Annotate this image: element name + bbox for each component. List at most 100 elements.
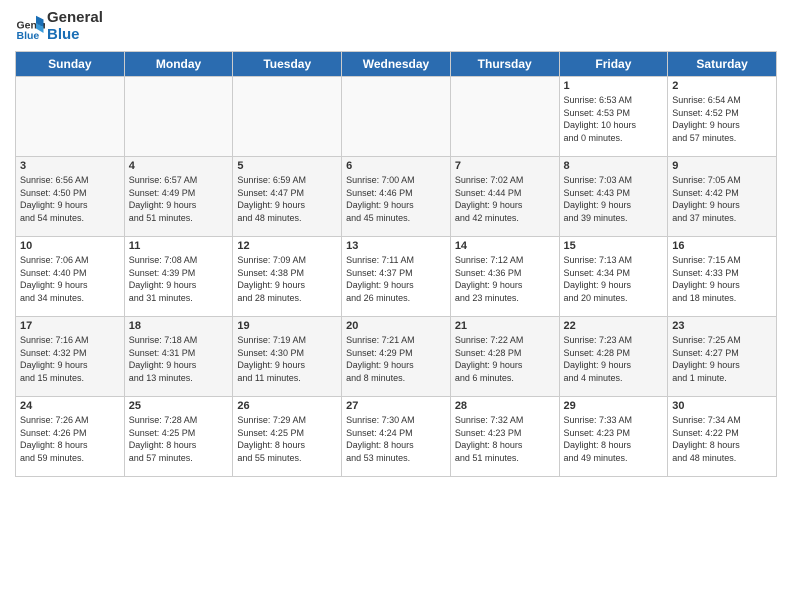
svg-text:Blue: Blue bbox=[17, 30, 40, 42]
day-number: 1 bbox=[564, 80, 664, 92]
day-number: 3 bbox=[20, 160, 120, 172]
day-cell bbox=[342, 77, 451, 157]
day-number: 5 bbox=[237, 160, 337, 172]
day-header-thursday: Thursday bbox=[450, 52, 559, 77]
logo-text: General Blue bbox=[47, 10, 103, 43]
day-number: 21 bbox=[455, 320, 555, 332]
day-cell: 19 Sunrise: 7:19 AM Sunset: 4:30 PM Dayli… bbox=[233, 317, 342, 397]
day-cell: 22Sunrise: 7:23 AM Sunset: 4:28 PM Dayli… bbox=[559, 317, 668, 397]
week-row-2: 3 Sunrise: 6:56 AM Sunset: 4:50 PM Daylig… bbox=[16, 157, 777, 237]
day-cell: 5 Sunrise: 6:59 AM Sunset: 4:47 PM Daylig… bbox=[233, 157, 342, 237]
day-info: Sunrise: 7:29 AM Sunset: 4:25 PM Dayligh… bbox=[237, 414, 337, 464]
day-cell: 20 Sunrise: 7:21 AM Sunset: 4:29 PM Dayli… bbox=[342, 317, 451, 397]
day-cell: 21 Sunrise: 7:22 AM Sunset: 4:28 PM Dayli… bbox=[450, 317, 559, 397]
day-number: 2 bbox=[672, 80, 772, 92]
day-cell: 9 Sunrise: 7:05 AM Sunset: 4:42 PM Daylig… bbox=[668, 157, 777, 237]
day-cell: 13Sunrise: 7:11 AM Sunset: 4:37 PM Dayli… bbox=[342, 237, 451, 317]
day-cell: 29Sunrise: 7:33 AM Sunset: 4:23 PM Dayli… bbox=[559, 397, 668, 477]
header: General Blue General Blue bbox=[15, 10, 777, 43]
day-info: Sunrise: 7:26 AM Sunset: 4:26 PM Dayligh… bbox=[20, 414, 120, 464]
day-info: Sunrise: 6:54 AM Sunset: 4:52 PM Dayligh… bbox=[672, 94, 772, 144]
day-cell: 28 Sunrise: 7:32 AM Sunset: 4:23 PM Dayli… bbox=[450, 397, 559, 477]
day-cell: 26 Sunrise: 7:29 AM Sunset: 4:25 PM Dayli… bbox=[233, 397, 342, 477]
day-cell: 10 Sunrise: 7:06 AM Sunset: 4:40 PM Dayli… bbox=[16, 237, 125, 317]
day-cell bbox=[124, 77, 233, 157]
week-row-1: 1 Sunrise: 6:53 AM Sunset: 4:53 PM Daylig… bbox=[16, 77, 777, 157]
week-row-5: 24 Sunrise: 7:26 AM Sunset: 4:26 PM Dayli… bbox=[16, 397, 777, 477]
day-info: Sunrise: 7:30 AM Sunset: 4:24 PM Dayligh… bbox=[346, 414, 446, 464]
day-header-tuesday: Tuesday bbox=[233, 52, 342, 77]
calendar-header-row: SundayMondayTuesdayWednesdayThursdayFrid… bbox=[16, 52, 777, 77]
day-number: 20 bbox=[346, 320, 446, 332]
day-cell: 1 Sunrise: 6:53 AM Sunset: 4:53 PM Daylig… bbox=[559, 77, 668, 157]
day-header-saturday: Saturday bbox=[668, 52, 777, 77]
day-number: 24 bbox=[20, 400, 120, 412]
logo: General Blue General Blue bbox=[15, 10, 103, 43]
day-number: 14 bbox=[455, 240, 555, 252]
day-cell bbox=[450, 77, 559, 157]
day-number: 15 bbox=[564, 240, 664, 252]
day-info: Sunrise: 6:59 AM Sunset: 4:47 PM Dayligh… bbox=[237, 174, 337, 224]
calendar-body: 1 Sunrise: 6:53 AM Sunset: 4:53 PM Daylig… bbox=[16, 77, 777, 477]
day-cell: 8Sunrise: 7:03 AM Sunset: 4:43 PM Daylig… bbox=[559, 157, 668, 237]
day-info: Sunrise: 7:25 AM Sunset: 4:27 PM Dayligh… bbox=[672, 334, 772, 384]
day-cell bbox=[16, 77, 125, 157]
day-info: Sunrise: 7:34 AM Sunset: 4:22 PM Dayligh… bbox=[672, 414, 772, 464]
day-info: Sunrise: 7:00 AM Sunset: 4:46 PM Dayligh… bbox=[346, 174, 446, 224]
day-number: 19 bbox=[237, 320, 337, 332]
day-info: Sunrise: 6:57 AM Sunset: 4:49 PM Dayligh… bbox=[129, 174, 229, 224]
day-info: Sunrise: 6:56 AM Sunset: 4:50 PM Dayligh… bbox=[20, 174, 120, 224]
day-cell: 3 Sunrise: 6:56 AM Sunset: 4:50 PM Daylig… bbox=[16, 157, 125, 237]
week-row-4: 17Sunrise: 7:16 AM Sunset: 4:32 PM Dayli… bbox=[16, 317, 777, 397]
day-cell: 23Sunrise: 7:25 AM Sunset: 4:27 PM Dayli… bbox=[668, 317, 777, 397]
day-cell: 30Sunrise: 7:34 AM Sunset: 4:22 PM Dayli… bbox=[668, 397, 777, 477]
day-info: Sunrise: 7:15 AM Sunset: 4:33 PM Dayligh… bbox=[672, 254, 772, 304]
day-cell: 11 Sunrise: 7:08 AM Sunset: 4:39 PM Dayli… bbox=[124, 237, 233, 317]
day-header-wednesday: Wednesday bbox=[342, 52, 451, 77]
day-info: Sunrise: 7:22 AM Sunset: 4:28 PM Dayligh… bbox=[455, 334, 555, 384]
day-cell: 12Sunrise: 7:09 AM Sunset: 4:38 PM Dayli… bbox=[233, 237, 342, 317]
page-container: General Blue General Blue SundayMondayTu… bbox=[0, 0, 792, 612]
day-number: 7 bbox=[455, 160, 555, 172]
day-info: Sunrise: 7:18 AM Sunset: 4:31 PM Dayligh… bbox=[129, 334, 229, 384]
day-info: Sunrise: 7:03 AM Sunset: 4:43 PM Dayligh… bbox=[564, 174, 664, 224]
day-info: Sunrise: 7:08 AM Sunset: 4:39 PM Dayligh… bbox=[129, 254, 229, 304]
day-cell: 18 Sunrise: 7:18 AM Sunset: 4:31 PM Dayli… bbox=[124, 317, 233, 397]
day-cell: 25Sunrise: 7:28 AM Sunset: 4:25 PM Dayli… bbox=[124, 397, 233, 477]
day-cell: 17Sunrise: 7:16 AM Sunset: 4:32 PM Dayli… bbox=[16, 317, 125, 397]
day-header-friday: Friday bbox=[559, 52, 668, 77]
day-cell: 15Sunrise: 7:13 AM Sunset: 4:34 PM Dayli… bbox=[559, 237, 668, 317]
day-info: Sunrise: 7:06 AM Sunset: 4:40 PM Dayligh… bbox=[20, 254, 120, 304]
day-number: 18 bbox=[129, 320, 229, 332]
day-info: Sunrise: 7:19 AM Sunset: 4:30 PM Dayligh… bbox=[237, 334, 337, 384]
day-number: 9 bbox=[672, 160, 772, 172]
day-cell bbox=[233, 77, 342, 157]
day-info: Sunrise: 7:16 AM Sunset: 4:32 PM Dayligh… bbox=[20, 334, 120, 384]
day-info: Sunrise: 7:05 AM Sunset: 4:42 PM Dayligh… bbox=[672, 174, 772, 224]
day-info: Sunrise: 7:28 AM Sunset: 4:25 PM Dayligh… bbox=[129, 414, 229, 464]
week-row-3: 10 Sunrise: 7:06 AM Sunset: 4:40 PM Dayli… bbox=[16, 237, 777, 317]
day-info: Sunrise: 7:21 AM Sunset: 4:29 PM Dayligh… bbox=[346, 334, 446, 384]
day-number: 27 bbox=[346, 400, 446, 412]
day-info: Sunrise: 7:32 AM Sunset: 4:23 PM Dayligh… bbox=[455, 414, 555, 464]
day-header-monday: Monday bbox=[124, 52, 233, 77]
day-cell: 24 Sunrise: 7:26 AM Sunset: 4:26 PM Dayli… bbox=[16, 397, 125, 477]
day-info: Sunrise: 7:02 AM Sunset: 4:44 PM Dayligh… bbox=[455, 174, 555, 224]
day-info: Sunrise: 7:33 AM Sunset: 4:23 PM Dayligh… bbox=[564, 414, 664, 464]
day-cell: 7 Sunrise: 7:02 AM Sunset: 4:44 PM Daylig… bbox=[450, 157, 559, 237]
day-cell: 4Sunrise: 6:57 AM Sunset: 4:49 PM Daylig… bbox=[124, 157, 233, 237]
day-number: 26 bbox=[237, 400, 337, 412]
day-number: 6 bbox=[346, 160, 446, 172]
day-cell: 6 Sunrise: 7:00 AM Sunset: 4:46 PM Daylig… bbox=[342, 157, 451, 237]
day-info: Sunrise: 7:11 AM Sunset: 4:37 PM Dayligh… bbox=[346, 254, 446, 304]
day-info: Sunrise: 7:09 AM Sunset: 4:38 PM Dayligh… bbox=[237, 254, 337, 304]
day-number: 28 bbox=[455, 400, 555, 412]
day-number: 10 bbox=[20, 240, 120, 252]
day-number: 16 bbox=[672, 240, 772, 252]
day-info: Sunrise: 6:53 AM Sunset: 4:53 PM Dayligh… bbox=[564, 94, 664, 144]
day-cell: 27 Sunrise: 7:30 AM Sunset: 4:24 PM Dayli… bbox=[342, 397, 451, 477]
day-number: 22 bbox=[564, 320, 664, 332]
day-number: 11 bbox=[129, 240, 229, 252]
day-cell: 2 Sunrise: 6:54 AM Sunset: 4:52 PM Daylig… bbox=[668, 77, 777, 157]
calendar-table: SundayMondayTuesdayWednesdayThursdayFrid… bbox=[15, 51, 777, 477]
